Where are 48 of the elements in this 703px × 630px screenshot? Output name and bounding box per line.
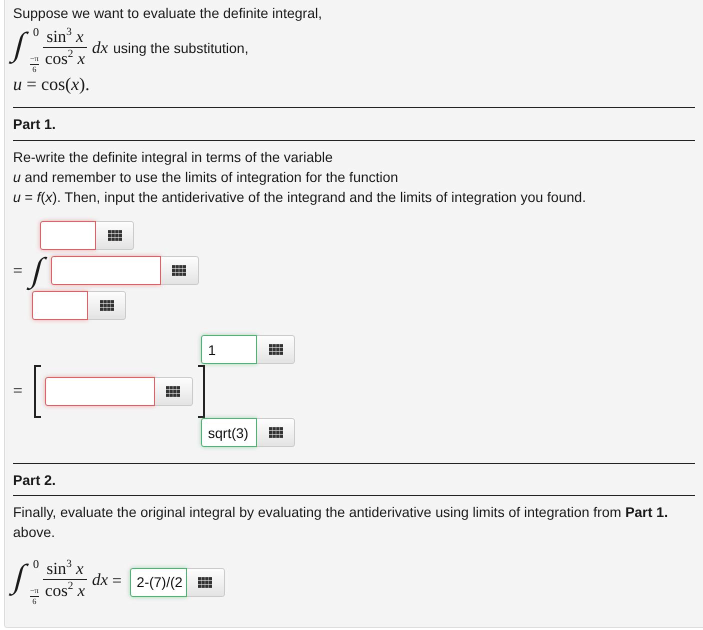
differential: dx: [92, 571, 108, 589]
keypad-grid-icon: [198, 576, 212, 588]
keypad-button[interactable]: [154, 376, 193, 406]
instructions-text: Finally, evaluate the original integral by evaluating the antiderivative using limits of integration from Part 1. above.: [13, 503, 669, 542]
keypad-button[interactable]: [257, 335, 295, 364]
integral-sign: ∫: [10, 27, 29, 64]
lower-limit-denominator: 6: [32, 598, 36, 606]
left-bracket-icon: [34, 364, 41, 418]
substitution-formula: u = cos(x).: [13, 75, 90, 93]
answer-field[interactable]: [32, 291, 88, 320]
integrand-numerator: sin$^{3}$ x: [45, 560, 85, 578]
instructions-text: Re-write the definite integral in terms of the variable u and remember to use the limits of integration for the function u = f(x). Then, input the antiderivative of the integrand and the limits of integration you found.: [13, 148, 586, 207]
integrand-numerator: sin$^{3}$ x: [45, 28, 85, 46]
equals-sign: =: [13, 262, 23, 280]
answer-field[interactable]: 1: [201, 335, 257, 364]
keypad-grid-icon: [268, 427, 282, 438]
keypad-grid-icon: [268, 344, 282, 355]
integral-sign: ∫: [10, 559, 29, 596]
answer-field[interactable]: [40, 221, 96, 250]
part-title: Part 1.: [13, 116, 56, 133]
integrand-denominator: cos$^{2}$ x: [44, 582, 86, 600]
keypad-grid-icon: [166, 386, 180, 396]
right-bracket-icon: [198, 364, 205, 418]
equals-sign: =: [112, 572, 122, 590]
answer-field[interactable]: [44, 376, 155, 406]
keypad-button[interactable]: [186, 568, 225, 596]
answer-field[interactable]: [50, 256, 161, 285]
answer-field[interactable]: 2-(7)/(2: [130, 568, 187, 596]
integral-sign: ∫: [28, 252, 47, 290]
lower-limit-numerator: −π: [30, 587, 39, 595]
intro-text: using the substitution,: [113, 40, 248, 56]
lower-limit-numerator: −π: [30, 55, 39, 63]
keypad-grid-icon: [100, 300, 114, 311]
equals-sign: =: [13, 382, 23, 400]
differential: dx: [92, 39, 108, 57]
keypad-button[interactable]: [88, 291, 126, 320]
keypad-grid-icon: [108, 230, 122, 241]
lower-limit-denominator: 6: [32, 66, 36, 74]
answer-field[interactable]: sqrt(3): [201, 418, 257, 447]
keypad-button[interactable]: [160, 256, 199, 285]
keypad-grid-icon: [172, 265, 186, 276]
keypad-button[interactable]: [257, 418, 295, 447]
integrand-denominator: cos$^{2}$ x: [44, 50, 86, 68]
upper-limit: 0: [33, 26, 40, 38]
part-title: Part 2.: [13, 472, 56, 489]
upper-limit: 0: [33, 558, 40, 570]
keypad-button[interactable]: [96, 221, 134, 250]
intro-text: Suppose we want to evaluate the definite integral,: [13, 5, 322, 22]
